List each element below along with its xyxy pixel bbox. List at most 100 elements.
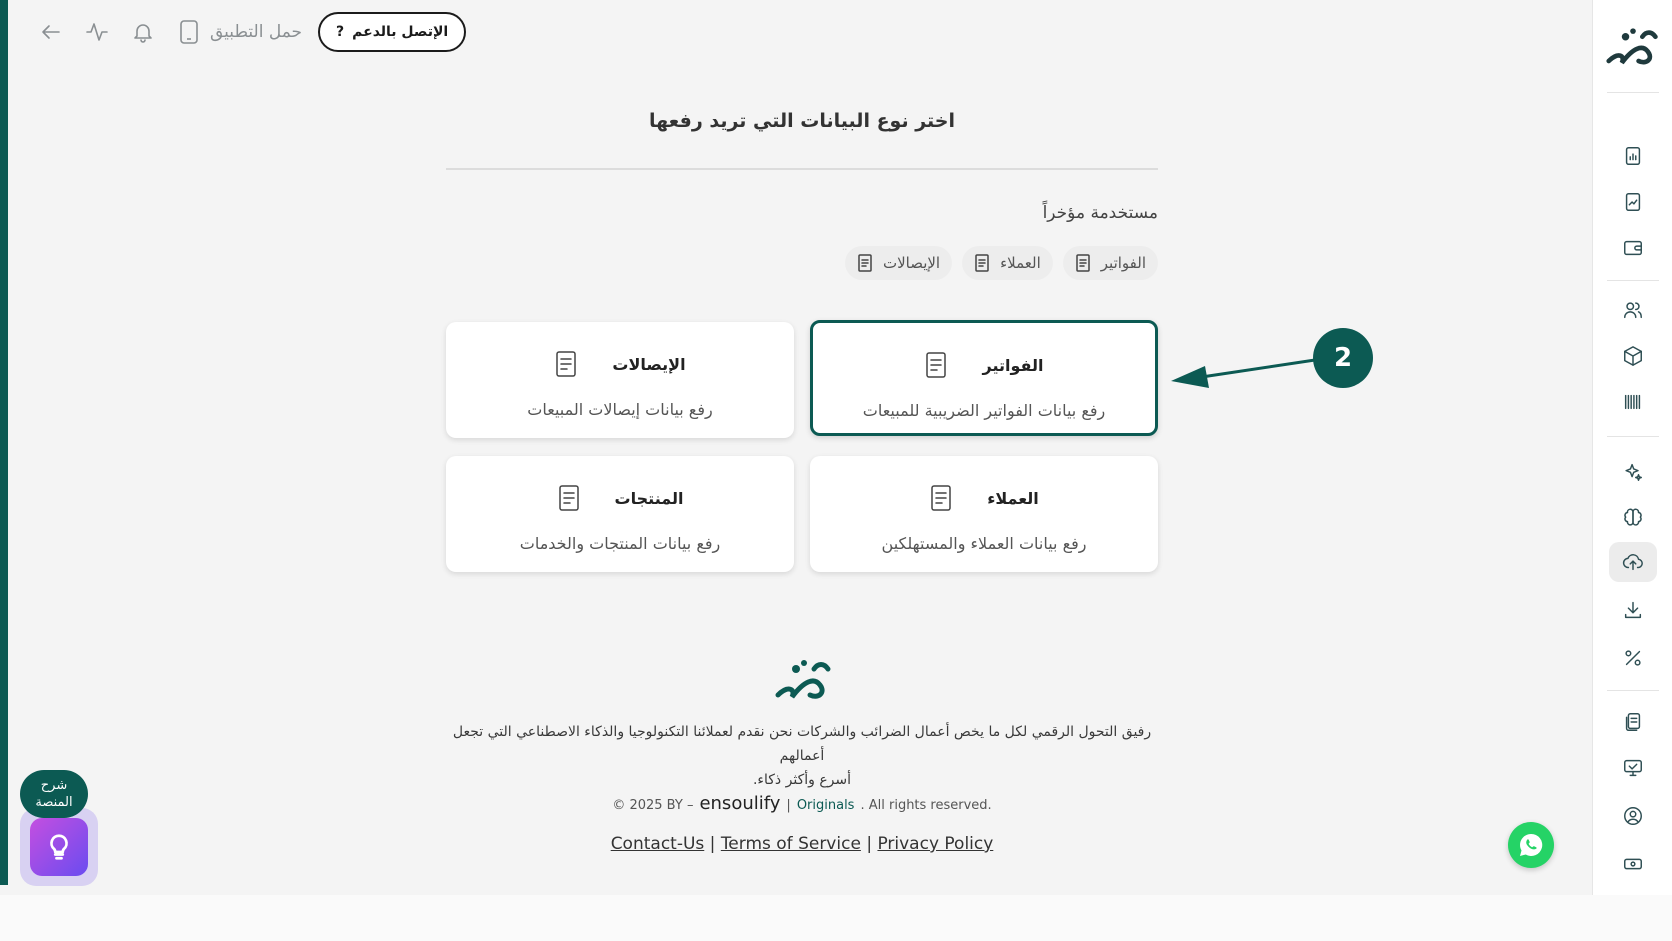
whatsapp-icon (1520, 833, 1543, 856)
sidebar-item-download[interactable] (1609, 590, 1657, 630)
lightbulb-icon (50, 834, 68, 860)
step-badge: 2 (1313, 328, 1373, 388)
sidebar-item-billing[interactable] (1609, 844, 1657, 884)
document-icon (556, 351, 577, 377)
sidebar-item-profile[interactable] (1609, 796, 1657, 836)
contact-us-link[interactable]: Contact-Us (611, 834, 705, 854)
card-title: المنتجات (614, 488, 684, 508)
terms-of-service-link[interactable]: Terms of Service (721, 834, 861, 854)
platform-guide-label[interactable]: شرح المنصة (20, 770, 88, 818)
document-icon (558, 485, 579, 511)
cash-icon (1624, 858, 1642, 870)
document-trend-icon (1625, 193, 1641, 211)
barcode-icon (1624, 394, 1641, 410)
card-receipts[interactable]: الإيصالات رفع بيانات إيصالات المبيعات (446, 322, 794, 438)
card-products[interactable]: المنتجات رفع بيانات المنتجات والخدمات (446, 456, 794, 572)
documents-icon (1625, 713, 1641, 731)
download-app-label: حمل التطبيق (210, 22, 303, 42)
sidebar-item-analytics[interactable] (1609, 182, 1657, 222)
sidebar-divider (1607, 92, 1659, 93)
right-sidebar (1592, 0, 1672, 895)
wallet-icon (1624, 240, 1642, 256)
sidebar-logo[interactable] (1605, 22, 1661, 72)
activity-icon[interactable] (82, 17, 112, 47)
brand-logo (775, 660, 831, 699)
left-accent-bar (0, 0, 8, 885)
tagline-line-1: رفيق التحول الرقمي لكل ما يخص أعمال الضر… (452, 724, 1152, 764)
footer-tagline: رفيق التحول الرقمي لكل ما يخص أعمال الضر… (430, 720, 1174, 792)
privacy-policy-link[interactable]: Privacy Policy (877, 834, 993, 854)
page-title: اختر نوع البيانات التي تريد رفعها (648, 110, 955, 132)
chip-label: العملاء (1000, 254, 1041, 272)
link-separator: | (709, 834, 716, 854)
sidebar-item-ai[interactable] (1609, 452, 1657, 492)
sidebar-item-reports[interactable] (1609, 136, 1657, 176)
document-icon (926, 352, 947, 378)
recent-chip-customers[interactable]: العملاء (962, 246, 1053, 280)
sidebar-item-tax[interactable] (1609, 638, 1657, 678)
rights-text: . All rights reserved. (860, 798, 992, 813)
guide-label-line-2: المنصة (35, 795, 73, 810)
card-description: رفع بيانات الفواتير الضريبية للمبيعات (862, 401, 1106, 420)
download-app-link[interactable]: حمل التطبيق (178, 19, 302, 45)
document-icon (931, 485, 951, 511)
card-description: رفع بيانات المنتجات والخدمات (519, 534, 721, 553)
brand-name: ensoulify (699, 793, 781, 814)
report-chart-icon (1625, 147, 1641, 165)
card-title: الفواتير (982, 355, 1044, 375)
sidebar-item-products[interactable] (1609, 336, 1657, 376)
sidebar-item-presentation[interactable] (1609, 748, 1657, 788)
bottom-strip (0, 895, 1672, 941)
monitor-check-icon (1624, 759, 1642, 777)
question-mark-icon: ? (336, 24, 345, 40)
users-icon (1624, 302, 1642, 319)
contact-support-button[interactable]: الإتصل بالدعم ? (318, 12, 467, 52)
card-description: رفع بيانات العملاء والمستهلكين (881, 534, 1087, 553)
title-divider (446, 168, 1158, 170)
sidebar-divider (1607, 280, 1659, 281)
sidebar-divider (1607, 436, 1659, 437)
smartphone-icon (180, 20, 198, 44)
receipt-icon (1076, 254, 1090, 272)
card-customers[interactable]: العملاء رفع بيانات العملاء والمستهلكين (810, 456, 1158, 572)
chip-label: الإيصالات (882, 254, 941, 272)
recently-used-label: مستخدمة مؤخراً (1042, 203, 1158, 223)
footer-links: Contact-Us | Terms of Service | Privacy … (430, 834, 1174, 854)
sidebar-item-wallet[interactable] (1609, 228, 1657, 268)
copyright-prefix: © 2025 BY – (612, 798, 694, 813)
sidebar-item-upload[interactable] (1609, 542, 1657, 582)
tagline-line-2: أسرع وأكثر ذكاء. (752, 772, 852, 788)
user-circle-icon (1624, 807, 1642, 825)
download-icon (1624, 601, 1642, 619)
bell-icon[interactable] (128, 17, 158, 47)
sparkles-icon (1625, 463, 1642, 481)
brain-icon (1624, 508, 1642, 526)
chip-label: الفواتير (1100, 254, 1146, 272)
card-invoices[interactable]: الفواتير رفع بيانات الفواتير الضريبية لل… (810, 320, 1158, 436)
copyright-separator: | (786, 798, 791, 813)
box-icon (1624, 346, 1642, 366)
whatsapp-button[interactable] (1508, 822, 1554, 868)
support-label: الإتصل بالدعم (352, 24, 449, 40)
sidebar-item-brain[interactable] (1609, 498, 1657, 538)
sidebar-item-documents[interactable] (1609, 702, 1657, 742)
sidebar-divider (1607, 690, 1659, 691)
recent-chip-receipts[interactable]: الإيصالات (844, 246, 953, 280)
card-title: العملاء (987, 488, 1039, 508)
percent-icon (1625, 650, 1641, 666)
recent-chips: الفواتير العملاء الإيصالات (844, 246, 1158, 280)
originals-link[interactable]: Originals (797, 798, 855, 813)
sidebar-item-users[interactable] (1609, 290, 1657, 330)
link-separator: | (866, 834, 873, 854)
back-arrow-icon[interactable] (36, 17, 66, 47)
sidebar-item-barcode[interactable] (1609, 382, 1657, 422)
receipt-icon (975, 254, 989, 272)
copyright: © 2025 BY – ensoulify | Originals . All … (430, 793, 1174, 814)
card-title: الإيصالات (612, 354, 686, 374)
platform-guide-button[interactable] (20, 808, 98, 886)
recent-chip-invoices[interactable]: الفواتير (1062, 246, 1158, 280)
receipt-icon (858, 254, 872, 272)
app-root: حمل التطبيق الإتصل بالدعم ? اختر نوع الب… (0, 0, 1672, 941)
top-bar: حمل التطبيق الإتصل بالدعم ? (36, 12, 467, 52)
cloud-upload-icon (1622, 554, 1643, 571)
